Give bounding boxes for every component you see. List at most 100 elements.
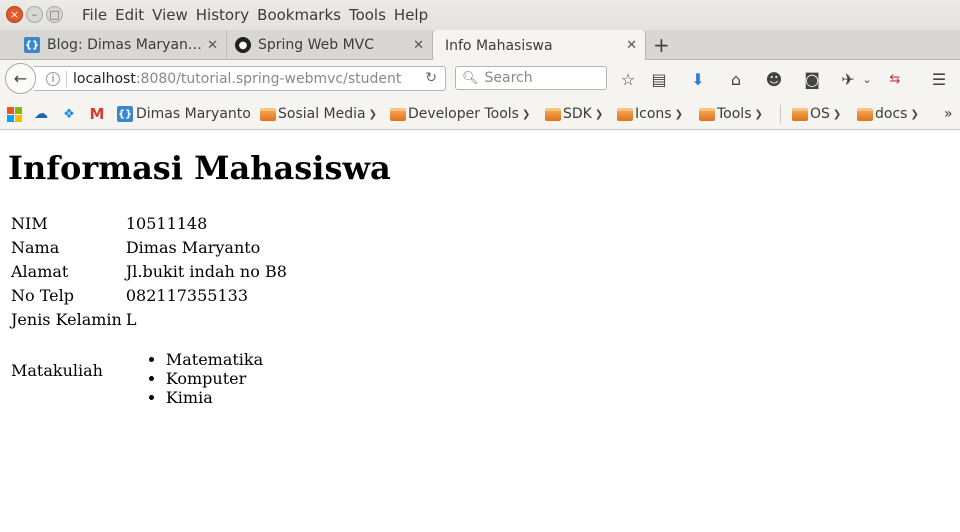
- url-path: :8080/tutorial.spring-webmvc/student: [135, 70, 402, 87]
- row-label: No Telp: [11, 286, 74, 305]
- bookmark-label: Icons: [635, 106, 672, 122]
- nav-toolbar: i localhost:8080/tutorial.spring-webmvc/…: [0, 60, 960, 98]
- gmail-icon[interactable]: M: [89, 105, 105, 123]
- list-item: Matematika: [166, 350, 287, 369]
- chevron-down-icon: ❯: [674, 108, 683, 120]
- menu-bar: × – □ File Edit View History Bookmarks T…: [0, 0, 960, 30]
- row-label: Alamat: [11, 262, 69, 281]
- row-label: Matakuliah: [11, 360, 103, 380]
- url-separator: [66, 70, 67, 87]
- page-title: Informasi Mahasiswa: [8, 149, 391, 187]
- table-row: NIM 10511148: [10, 213, 288, 235]
- folder-icon: [792, 107, 808, 121]
- chevron-down-icon: ❯: [594, 108, 604, 120]
- url-bar[interactable]: i localhost:8080/tutorial.spring-webmvc/…: [34, 66, 446, 91]
- window-minimize-button[interactable]: –: [26, 6, 43, 23]
- hamburger-menu-icon[interactable]: ☰: [929, 69, 949, 89]
- close-icon[interactable]: ✕: [207, 38, 218, 53]
- search-placeholder: Search: [484, 70, 533, 86]
- url-text[interactable]: localhost:8080/tutorial.spring-webmvc/st…: [73, 71, 423, 87]
- menu-help[interactable]: Help: [390, 6, 432, 24]
- menu-tools[interactable]: Tools: [345, 6, 390, 24]
- window-maximize-button[interactable]: □: [46, 6, 63, 23]
- tab-blog[interactable]: {} Blog: Dimas Maryan… ✕: [16, 30, 226, 60]
- new-tab-button[interactable]: +: [653, 33, 670, 57]
- dropbox-icon[interactable]: ❖: [61, 106, 77, 122]
- row-value: Dimas Maryanto: [125, 238, 261, 257]
- bookmark-label: Tools: [717, 106, 752, 122]
- folder-icon: [260, 107, 276, 121]
- bookmark-star-icon[interactable]: ☆: [618, 69, 638, 89]
- close-icon[interactable]: ✕: [413, 38, 424, 53]
- menu-items: File Edit View History Bookmarks Tools H…: [78, 0, 432, 30]
- bookmark-folder-icons[interactable]: Icons ❯: [617, 98, 683, 130]
- row-label: Jenis Kelamin: [11, 310, 122, 329]
- url-host: localhost: [73, 70, 136, 87]
- window-close-button[interactable]: ×: [6, 6, 23, 23]
- table-row: Jenis Kelamin L: [10, 309, 288, 331]
- table-row: Nama Dimas Maryanto: [10, 237, 288, 259]
- close-icon[interactable]: ✕: [626, 38, 637, 53]
- bookmarks-bar: ☁ ❖ M {} Dimas Maryanto Sosial Media ❯ D…: [0, 98, 960, 130]
- tab-title: Spring Web MVC: [258, 37, 375, 53]
- bookmark-dimas-maryanto[interactable]: {} Dimas Maryanto: [117, 98, 251, 130]
- windows-logo: [6, 106, 22, 122]
- menu-view[interactable]: View: [148, 6, 192, 24]
- download-icon[interactable]: ⬇: [688, 69, 708, 89]
- chevron-down-icon: ❯: [521, 108, 531, 120]
- back-button[interactable]: ←: [5, 63, 36, 94]
- table-row: Alamat Jl.bukit indah no B8: [10, 261, 288, 283]
- reload-icon[interactable]: ↻: [425, 70, 437, 86]
- bookmark-folder-developer-tools[interactable]: Developer Tools ❯: [390, 98, 530, 130]
- row-value: 082117355133: [125, 286, 248, 305]
- reading-list-icon[interactable]: ▤: [649, 69, 669, 89]
- extension-icon[interactable]: ✈: [838, 69, 858, 89]
- bookmark-folder-os[interactable]: OS ❯: [792, 98, 841, 130]
- tab-title: Blog: Dimas Maryan…: [47, 37, 202, 53]
- folder-icon: [857, 107, 873, 121]
- menu-history[interactable]: History: [192, 6, 253, 24]
- bookmark-folder-tools[interactable]: Tools ❯: [699, 98, 763, 130]
- brackets-icon: {}: [117, 106, 133, 122]
- chevron-down-icon[interactable]: ⌄: [857, 69, 877, 89]
- bookmarks-overflow-button[interactable]: »: [944, 98, 953, 130]
- matakuliah-list: Matematika Komputer Kimia: [126, 350, 287, 407]
- table-row: No Telp 082117355133: [10, 285, 288, 307]
- chevron-down-icon: ❯: [368, 108, 377, 120]
- bookmark-label: SDK: [563, 106, 592, 122]
- row-label: NIM: [11, 214, 48, 233]
- bookmark-folder-sdk[interactable]: SDK ❯: [545, 98, 603, 130]
- menu-bookmarks[interactable]: Bookmarks: [253, 6, 345, 24]
- bookmark-label: Developer Tools: [408, 106, 519, 122]
- folder-icon: [617, 107, 633, 121]
- windows-icon[interactable]: [6, 106, 22, 122]
- github-icon: ●: [235, 37, 251, 53]
- search-bar[interactable]: 🔍︎ Search: [455, 66, 607, 90]
- brackets-icon: {}: [24, 37, 40, 53]
- row-label: Nama: [11, 238, 60, 257]
- bookmark-folder-sosial-media[interactable]: Sosial Media ❯: [260, 98, 377, 130]
- sync-arrows-icon[interactable]: ⇆: [885, 69, 905, 89]
- info-icon[interactable]: i: [46, 71, 60, 86]
- menu-file[interactable]: File: [78, 6, 111, 24]
- row-value: L: [125, 310, 137, 329]
- tab-spring-web-mvc[interactable]: ● Spring Web MVC ✕: [226, 30, 432, 60]
- list-item: Komputer: [166, 369, 287, 388]
- search-icon: 🔍︎: [462, 70, 479, 86]
- tab-info-mahasiswa[interactable]: Info Mahasiswa ✕: [432, 30, 646, 61]
- menu-edit[interactable]: Edit: [111, 6, 148, 24]
- pocket-icon[interactable]: ◙: [802, 69, 822, 89]
- chevron-down-icon: ❯: [754, 108, 763, 120]
- onedrive-icon[interactable]: ☁: [33, 106, 49, 122]
- smiley-icon[interactable]: ☻: [764, 69, 784, 89]
- bookmark-folder-docs[interactable]: docs ❯: [857, 98, 919, 130]
- list-item: Kimia: [166, 388, 287, 407]
- folder-icon: [545, 107, 561, 121]
- row-value: Matematika Komputer Kimia: [125, 333, 288, 408]
- row-value: Jl.bukit indah no B8: [125, 262, 287, 281]
- home-icon[interactable]: ⌂: [726, 69, 746, 89]
- tab-title: Info Mahasiswa: [445, 37, 553, 54]
- bookmark-label: Dimas Maryanto: [136, 106, 251, 122]
- page-content: Informasi Mahasiswa NIM 10511148 Nama Di…: [0, 131, 960, 532]
- bookmark-label: Sosial Media: [278, 106, 366, 122]
